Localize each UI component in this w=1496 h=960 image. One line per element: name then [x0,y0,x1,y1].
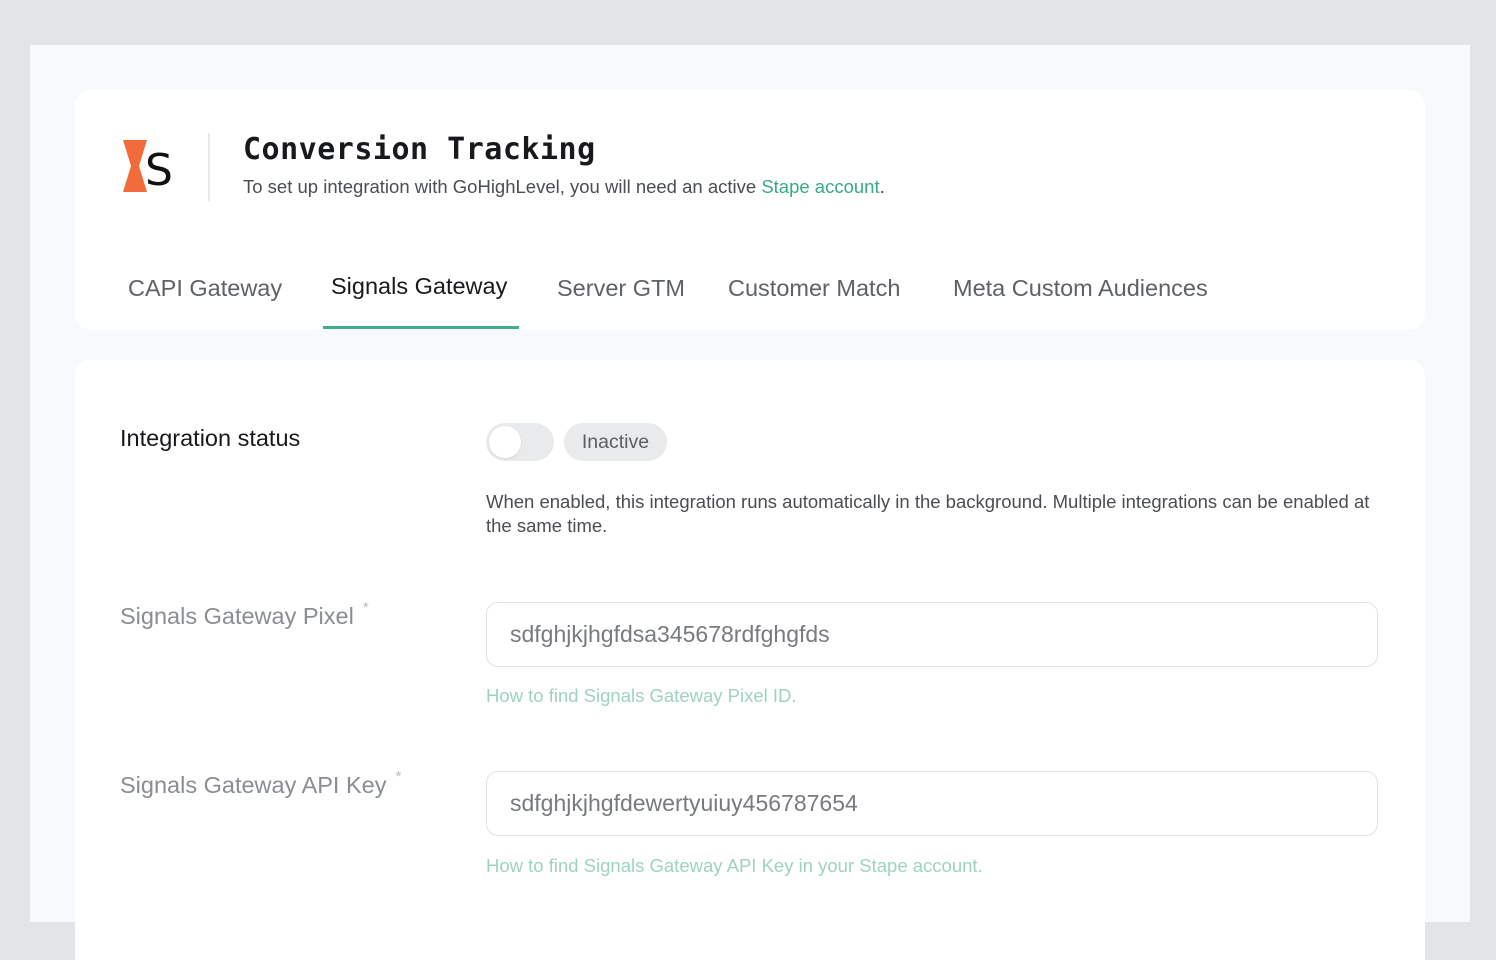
api-key-label-text: Signals Gateway API Key [120,772,387,798]
svg-text:S: S [145,145,173,192]
page-subtitle: To set up integration with GoHighLevel, … [243,176,885,198]
header-card: S Conversion Tracking To set up integrat… [75,90,1425,330]
toggle-knob [489,426,521,458]
api-key-input[interactable]: sdfghjkjhgfdewertyuiuy456787654 [486,771,1378,836]
pixel-label-text: Signals Gateway Pixel [120,603,354,629]
integration-help-text: When enabled, this integration runs auto… [486,491,1370,536]
integration-toggle[interactable] [486,423,554,461]
required-asterisk: * [395,768,402,785]
tab-signals-gateway[interactable]: Signals Gateway [331,273,507,300]
api-key-label: Signals Gateway API Key * [120,768,401,799]
status-badge: Inactive [564,423,667,461]
integration-status-label: Integration status [120,425,301,451]
active-tab-indicator [323,326,519,329]
pixel-label: Signals Gateway Pixel * [120,599,369,630]
api-key-help-link[interactable]: How to find Signals Gateway API Key in y… [486,855,983,877]
required-asterisk: * [362,599,369,616]
tab-customer-match[interactable]: Customer Match [728,275,900,302]
page-container: S Conversion Tracking To set up integrat… [30,45,1470,960]
tab-meta-custom-audiences[interactable]: Meta Custom Audiences [953,275,1208,302]
page-title: Conversion Tracking [243,132,596,167]
content-card: Integration status Inactive When enabled… [75,360,1425,960]
pixel-input[interactable]: sdfghjkjhgfdsa345678rdfghgfds [486,602,1378,667]
stape-account-link[interactable]: Stape account [761,176,879,197]
tab-capi-gateway[interactable]: CAPI Gateway [128,275,282,302]
header-divider [208,133,210,201]
subtitle-text: To set up integration with GoHighLevel, … [243,176,762,197]
pixel-help-link[interactable]: How to find Signals Gateway Pixel ID. [486,685,797,707]
stape-logo-icon: S [123,140,174,198]
tab-server-gtm[interactable]: Server GTM [557,275,685,302]
subtitle-period: . [879,176,885,197]
